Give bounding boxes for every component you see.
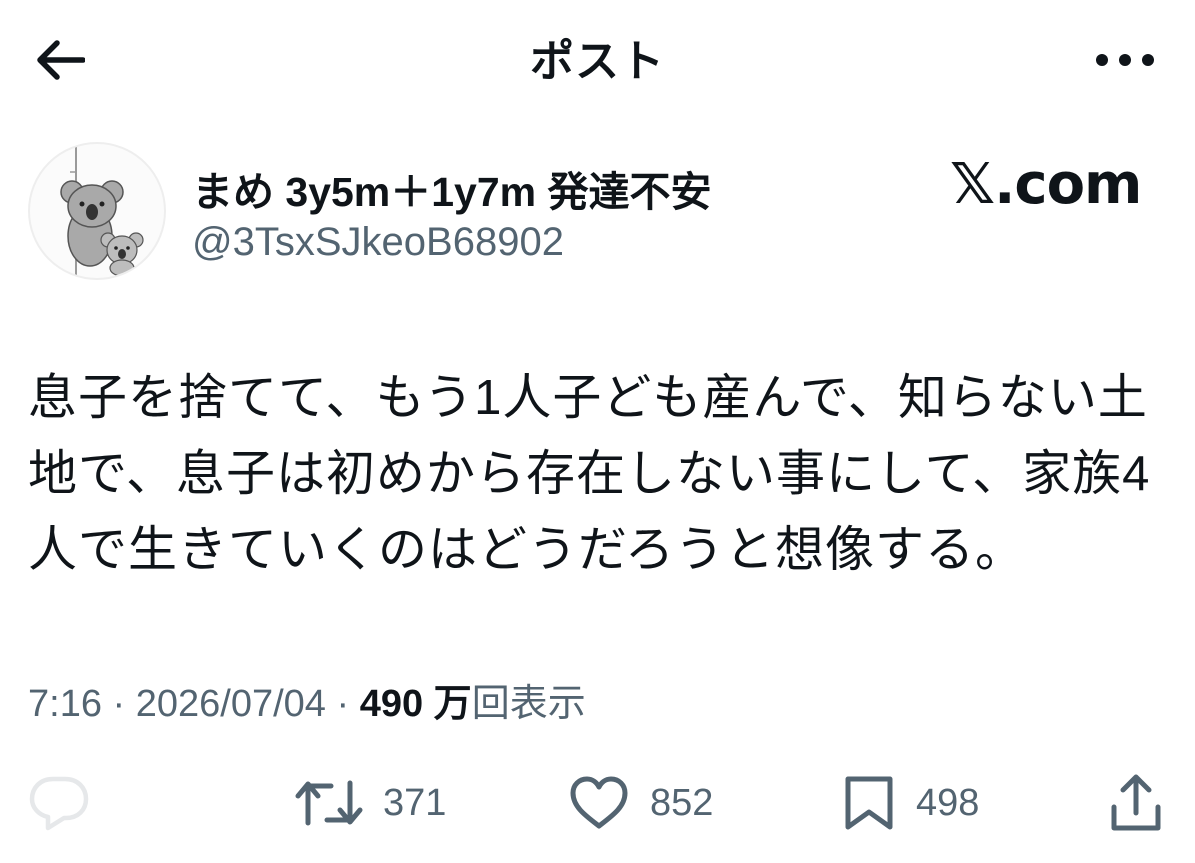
post-text-line: 息子を捨てて、もう1人子ども産んで、知らない土: [28, 371, 1148, 425]
page-title: ポスト: [530, 37, 665, 86]
author-handle[interactable]: @3TsxSJkeoB68902: [192, 220, 564, 265]
like-button[interactable]: 852: [568, 768, 713, 838]
reply-icon: [29, 776, 89, 831]
heart-icon: [570, 776, 628, 829]
bookmark-button[interactable]: 498: [842, 768, 979, 838]
like-count: 852: [650, 781, 714, 824]
meta-separator: ·: [325, 683, 360, 725]
views-count: 490 万: [359, 683, 472, 725]
post-time[interactable]: 7:16: [28, 683, 102, 725]
repost-icon: [295, 780, 363, 826]
post-text-line: 人で生きていくのはどうだろうと想像する。: [28, 523, 1026, 577]
repost-count: 371: [383, 781, 447, 824]
avatar[interactable]: [28, 142, 166, 280]
repost-button[interactable]: 371: [295, 768, 446, 838]
x-watermark-logo: 𝕏.com: [950, 152, 1142, 217]
post-date[interactable]: 2026/07/04: [136, 683, 326, 725]
more-horizontal-icon: [1096, 54, 1154, 66]
post-detail-screen: ポスト まめ 3y5m＋1y7m 発達不安 @3TsxSJkeoB68902 𝕏…: [0, 0, 1195, 863]
reply-button[interactable]: [28, 768, 90, 838]
share-button[interactable]: [1108, 768, 1164, 838]
post-text-line: 地で、息子は初めから存在しない事にして、家族4: [28, 447, 1151, 501]
bookmark-icon: [845, 776, 893, 830]
meta-separator: ·: [101, 683, 136, 725]
koala-avatar: [60, 146, 144, 278]
author-display-name[interactable]: まめ 3y5m＋1y7m 発達不安: [192, 158, 712, 218]
post-meta: 7:16 · 2026/07/04 · 490 万回表示: [28, 672, 586, 727]
post-text: 息子を捨てて、もう1人子ども産んで、知らない土 地で、息子は初めから存在しない事…: [28, 360, 1178, 588]
share-icon: [1111, 774, 1161, 831]
more-options-button[interactable]: [1090, 35, 1160, 85]
views-label: 回表示: [471, 683, 586, 725]
bookmark-count: 498: [916, 781, 980, 824]
